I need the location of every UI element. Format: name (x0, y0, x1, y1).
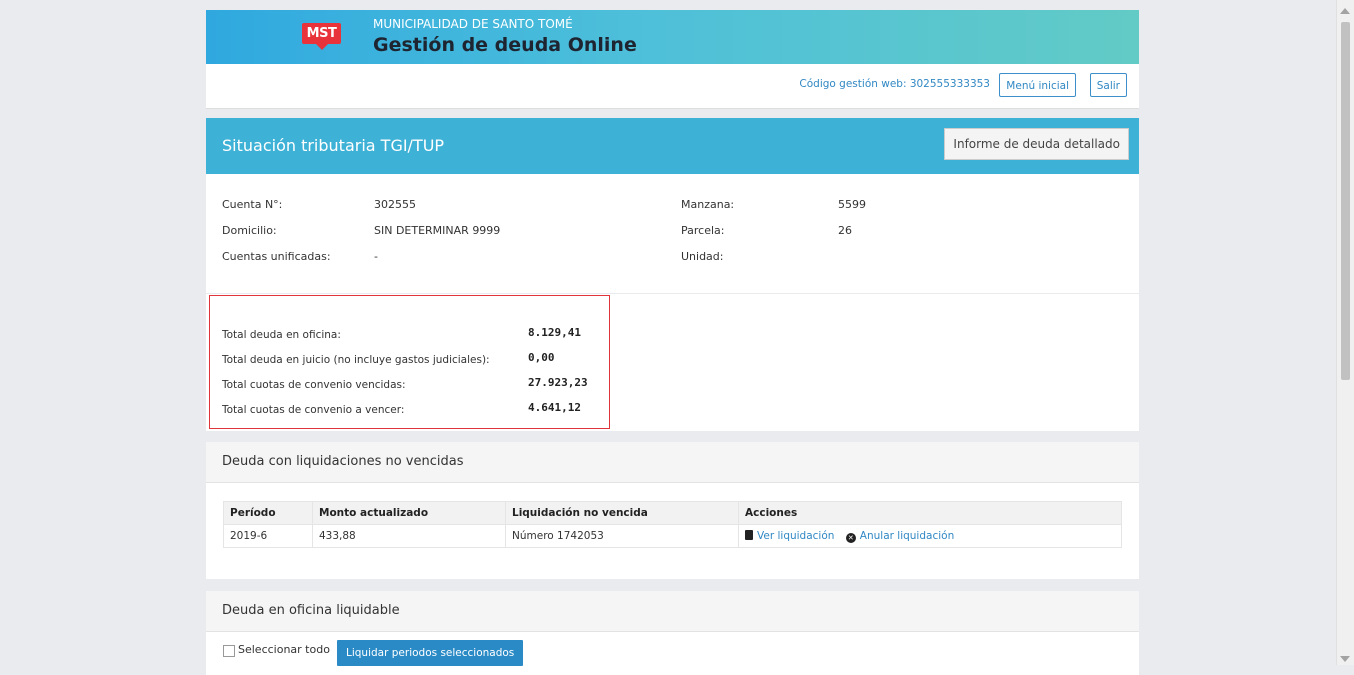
total-vencidas-label: Total cuotas de convenio vencidas: (222, 379, 406, 391)
parcela-value: 26 (838, 224, 852, 237)
row-monto: 433,88 (312, 524, 506, 548)
scroll-thumb[interactable] (1341, 22, 1350, 380)
domicilio-value: SIN DETERMINAR 9999 (374, 224, 501, 237)
col-monto: Monto actualizado (312, 501, 506, 525)
logo-tip (316, 44, 328, 50)
situacion-header: Situación tributaria TGI/TUP Informe de … (206, 118, 1139, 174)
liquidaciones-title: Deuda con liquidaciones no vencidas (222, 454, 464, 469)
row-periodo: 2019-6 (223, 524, 313, 548)
row-acciones: Ver liquidación ✕ Anular liquidación (738, 524, 1122, 548)
total-juicio-label: Total deuda en juicio (no incluye gastos… (222, 354, 490, 366)
oficina-title: Deuda en oficina liquidable (222, 603, 400, 618)
select-all-label[interactable]: Seleccionar todo (238, 643, 330, 656)
domicilio-label: Domicilio: (222, 224, 277, 237)
informe-deuda-button[interactable]: Informe de deuda detallado (944, 128, 1129, 160)
total-a-vencer-label: Total cuotas de convenio a vencer: (222, 404, 405, 416)
col-periodo: Período (223, 501, 313, 525)
mst-logo: MST (302, 23, 341, 44)
manzana-label: Manzana: (681, 198, 735, 211)
anular-liquidacion-link[interactable]: Anular liquidación (860, 530, 954, 542)
select-all-checkbox[interactable] (223, 645, 235, 657)
cuenta-label: Cuenta N°: (222, 198, 283, 211)
liquidar-periodos-button[interactable]: Liquidar periodos seleccionados (337, 640, 524, 666)
menu-inicial-button[interactable]: Menú inicial (999, 73, 1076, 97)
parcela-label: Parcela: (681, 224, 725, 237)
vertical-scrollbar[interactable] (1336, 0, 1354, 665)
liquidaciones-header: Deuda con liquidaciones no vencidas (206, 442, 1139, 483)
page-container: MST MUNICIPALIDAD DE SANTO TOMÉ Gestión … (206, 10, 1139, 675)
header-banner: MST MUNICIPALIDAD DE SANTO TOMÉ Gestión … (206, 10, 1139, 64)
manzana-value: 5599 (838, 198, 866, 211)
app-title: Gestión de deuda Online (373, 34, 637, 56)
total-a-vencer-value: 4.641,12 (528, 401, 581, 414)
liquidaciones-table: Período Monto actualizado Liquidación no… (223, 501, 1122, 548)
col-acciones: Acciones (738, 501, 1122, 525)
municipality-name: MUNICIPALIDAD DE SANTO TOMÉ (373, 17, 573, 31)
scroll-up-icon[interactable] (1340, 8, 1350, 14)
unificadas-value: - (374, 250, 378, 263)
user-bar: Código gestión web: 302555333353 Menú in… (206, 64, 1139, 109)
table-row: 2019-6 433,88 Número 1742053 Ver liquida… (223, 524, 1122, 548)
totals-panel: Total deuda en oficina: 8.129,41 Total d… (206, 294, 1139, 431)
col-liquidacion: Liquidación no vencida (505, 501, 739, 525)
oficina-header: Deuda en oficina liquidable (206, 591, 1139, 632)
cuenta-value: 302555 (374, 198, 416, 211)
ver-liquidacion-link[interactable]: Ver liquidación (757, 530, 834, 542)
unidad-label: Unidad: (681, 250, 724, 263)
total-oficina-value: 8.129,41 (528, 326, 581, 339)
unificadas-label: Cuentas unificadas: (222, 250, 331, 263)
logout-button[interactable]: Salir (1089, 73, 1127, 97)
account-info: Cuenta N°: 302555 Domicilio: SIN DETERMI… (206, 174, 1139, 293)
row-liquidacion: Número 1742053 (505, 524, 739, 548)
liquidaciones-panel: Deuda con liquidaciones no vencidas Perí… (206, 442, 1139, 579)
total-vencidas-value: 27.923,23 (528, 376, 588, 389)
table-header-row: Período Monto actualizado Liquidación no… (223, 501, 1122, 525)
web-code-label: Código gestión web: 302555333353 (799, 78, 990, 90)
total-oficina-label: Total deuda en oficina: (222, 329, 341, 341)
situacion-title: Situación tributaria TGI/TUP (222, 136, 445, 155)
scroll-down-icon[interactable] (1340, 656, 1350, 662)
close-circle-icon: ✕ (845, 532, 856, 543)
document-icon (745, 529, 753, 540)
total-juicio-value: 0,00 (528, 351, 555, 364)
